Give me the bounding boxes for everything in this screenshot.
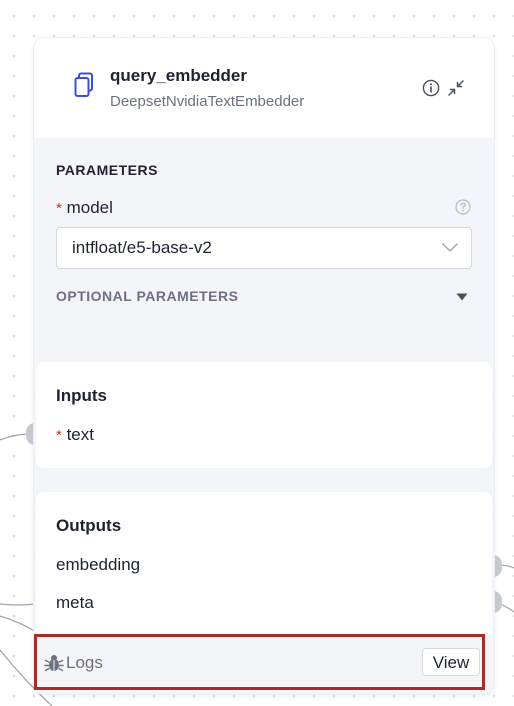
document-copy-icon xyxy=(74,72,93,97)
required-marker: * xyxy=(56,200,62,217)
bug-icon xyxy=(44,655,64,672)
caret-down-icon[interactable] xyxy=(456,293,468,301)
model-select-value: intfloat/e5-base-v2 xyxy=(72,238,212,257)
output-item-embedding: embedding xyxy=(56,555,141,574)
chevron-down-icon xyxy=(442,243,458,252)
input-item-label: text xyxy=(66,425,94,444)
node-header: query_embedder DeepsetNvidiaTextEmbedder xyxy=(34,38,494,138)
node-subtitle: DeepsetNvidiaTextEmbedder xyxy=(110,93,305,110)
connection-line-left-1 xyxy=(0,603,37,606)
optional-parameters-toggle[interactable]: OPTIONAL PARAMETERS xyxy=(56,288,238,304)
parameters-heading: PARAMETERS xyxy=(56,162,158,178)
model-field-label: * model xyxy=(56,198,113,218)
collapse-arrows-icon[interactable] xyxy=(447,79,465,97)
connection-line-left-2 xyxy=(0,615,37,633)
info-icon[interactable] xyxy=(422,79,440,97)
input-item-text: * text xyxy=(56,425,94,445)
model-select[interactable]: intfloat/e5-base-v2 xyxy=(56,227,472,269)
node-title: query_embedder xyxy=(110,66,247,85)
outputs-card: Outputs embedding meta xyxy=(36,492,492,638)
model-label-text: model xyxy=(66,198,113,217)
logs-bar: Logs View xyxy=(34,634,494,690)
logs-label: Logs xyxy=(66,653,103,672)
inputs-title: Inputs xyxy=(56,386,107,405)
output-item-meta: meta xyxy=(56,593,94,612)
component-node[interactable]: query_embedder DeepsetNvidiaTextEmbedder… xyxy=(34,38,494,694)
inputs-card: Inputs * text xyxy=(36,362,492,468)
help-icon[interactable] xyxy=(455,199,471,215)
outputs-title: Outputs xyxy=(56,516,122,535)
required-marker: * xyxy=(56,427,62,444)
view-logs-button[interactable]: View xyxy=(422,648,480,676)
